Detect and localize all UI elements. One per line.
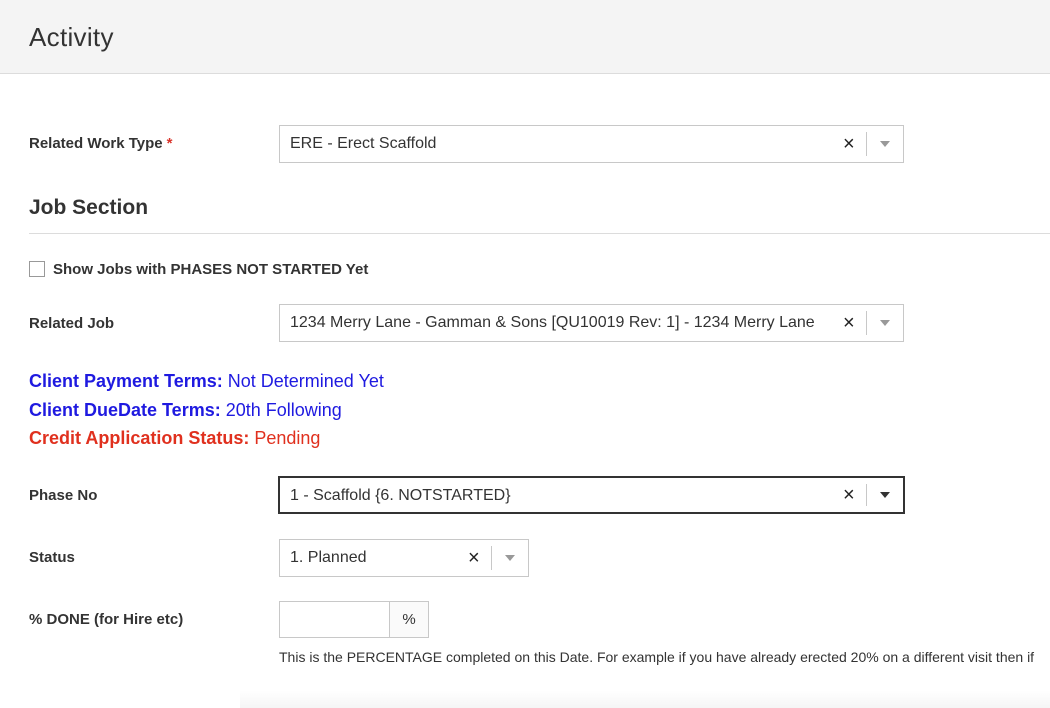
client-duedate-terms-value: 20th Following	[225, 400, 342, 420]
chevron-down-icon[interactable]	[880, 141, 890, 147]
select-separator	[866, 311, 867, 335]
percent-done-help-text: This is the PERCENTAGE completed on this…	[279, 649, 1035, 665]
percent-done-input[interactable]	[280, 602, 390, 637]
phase-no-select[interactable]: 1 - Scaffold {6. NOTSTARTED} ×	[278, 476, 905, 514]
credit-application-status-key: Credit Application Status:	[29, 428, 250, 448]
client-duedate-terms-key: Client DueDate Terms:	[29, 400, 221, 420]
select-separator	[491, 546, 492, 570]
show-not-started-label[interactable]: Show Jobs with PHASES NOT STARTED Yet	[53, 261, 368, 278]
select-separator	[866, 484, 867, 506]
status-clear-icon[interactable]: ×	[468, 546, 480, 570]
client-payment-terms-value: Not Determined Yet	[227, 371, 384, 391]
required-marker: *	[166, 135, 173, 152]
work-type-label-text: Related Work Type	[29, 135, 163, 152]
phase-no-clear-icon[interactable]: ×	[843, 483, 855, 507]
credit-application-status-value: Pending	[254, 428, 321, 448]
related-job-label: Related Job	[29, 315, 115, 332]
percent-done-label: % DONE (for Hire etc)	[29, 611, 184, 628]
work-type-label: Related Work Type *	[29, 135, 173, 152]
percent-done-group: %	[279, 601, 429, 638]
work-type-value: ERE - Erect Scaffold	[290, 135, 437, 152]
select-separator	[866, 132, 867, 156]
related-job-clear-icon[interactable]: ×	[843, 311, 855, 335]
client-payment-terms: Client Payment Terms: Not Determined Yet	[29, 371, 384, 392]
client-payment-terms-key: Client Payment Terms:	[29, 371, 223, 391]
status-select[interactable]: 1. Planned ×	[279, 539, 529, 577]
status-label: Status	[29, 549, 75, 566]
chevron-down-icon[interactable]	[880, 320, 890, 326]
percent-addon: %	[389, 602, 428, 637]
page-header: Activity	[0, 0, 1050, 74]
work-type-select[interactable]: ERE - Erect Scaffold ×	[279, 125, 904, 163]
page-title: Activity	[29, 22, 114, 52]
client-duedate-terms: Client DueDate Terms: 20th Following	[29, 400, 342, 421]
related-job-select[interactable]: 1234 Merry Lane - Gamman & Sons [QU10019…	[279, 304, 904, 342]
chevron-down-icon[interactable]	[880, 492, 890, 498]
work-type-clear-icon[interactable]: ×	[843, 132, 855, 156]
job-section-title: Job Section	[29, 196, 149, 219]
phase-no-value: 1 - Scaffold {6. NOTSTARTED}	[290, 487, 511, 504]
show-not-started-checkbox[interactable]	[29, 261, 45, 277]
related-job-value: 1234 Merry Lane - Gamman & Sons [QU10019…	[290, 314, 815, 331]
footer-shadow	[240, 690, 1050, 708]
phase-no-label: Phase No	[29, 487, 98, 504]
credit-application-status: Credit Application Status: Pending	[29, 428, 320, 449]
status-value: 1. Planned	[290, 549, 367, 566]
chevron-down-icon[interactable]	[505, 555, 515, 561]
section-divider	[29, 233, 1050, 234]
